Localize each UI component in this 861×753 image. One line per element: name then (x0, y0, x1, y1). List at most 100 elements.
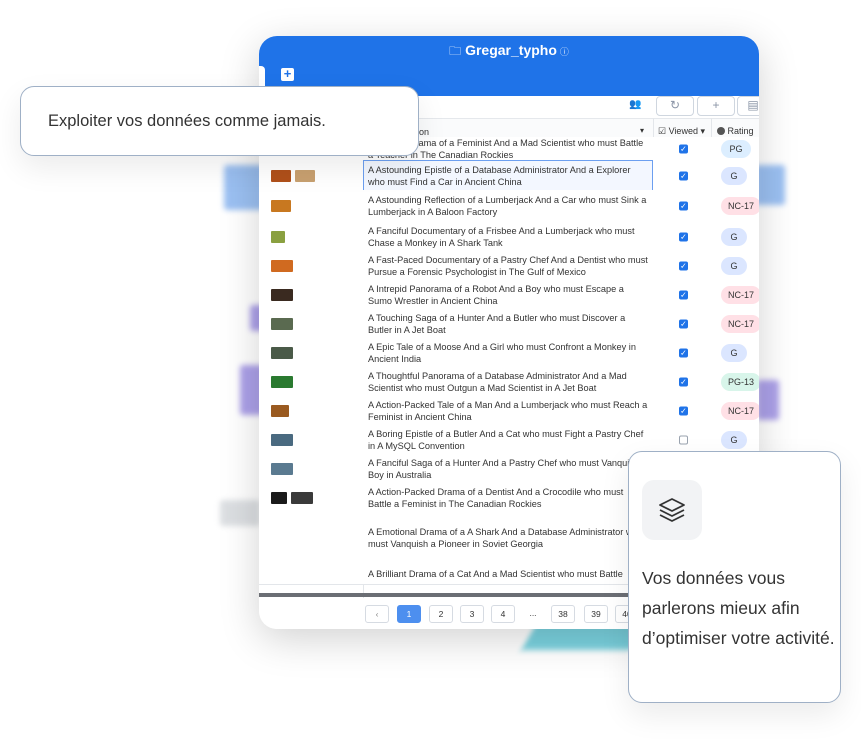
viewed-checkbox[interactable]: ✓ (679, 201, 688, 211)
thumbnail-group (271, 169, 315, 182)
checkbox-icon: ☑ (658, 126, 667, 136)
window-title: 🗀 Gregar_typho ⓘ (449, 42, 569, 58)
background-decoration (220, 500, 260, 526)
viewed-checkbox[interactable]: ✓ (679, 232, 688, 241)
description-column-header[interactable]: on (419, 127, 429, 137)
table-row[interactable]: A Fast-Paced Documentary of a Pastry Che… (259, 251, 759, 281)
rating-badge: G (721, 256, 747, 275)
viewed-checkbox[interactable]: ✓ (679, 171, 688, 180)
rating-badge: NC-17 (721, 285, 759, 304)
viewed-checkbox[interactable]: ✓ (679, 319, 688, 328)
table-row[interactable]: A Action-Packed Tale of a Man And a Lumb… (259, 396, 759, 426)
table-row[interactable]: A Thoughtful Panorama of a Database Admi… (259, 367, 759, 397)
viewed-checkbox[interactable] (679, 435, 688, 444)
description-cell[interactable]: A Fanciful Documentary of a Frisbee And … (364, 222, 652, 251)
rating-badge: NC-17 (721, 197, 759, 215)
thumbnail-image (271, 433, 293, 446)
table-row[interactable]: A Epic Tale of a Moose And a Girl who mu… (259, 338, 759, 368)
thumbnail-image (271, 259, 293, 272)
description-cell[interactable]: A Thoughtful Panorama of a Database Admi… (364, 367, 652, 396)
rating-column-header[interactable]: Rating (717, 126, 754, 136)
save-icon: ▤ (747, 98, 759, 112)
page-button[interactable]: 3 (460, 605, 484, 623)
table-row[interactable]: A Touching Saga of a Hunter And a Butler… (259, 309, 759, 339)
table-row[interactable]: A Fanciful Documentary of a Frisbee And … (259, 222, 759, 252)
thumbnail-image (271, 462, 293, 475)
thumbnail-group (271, 375, 293, 388)
thumbnail-image (271, 230, 285, 243)
thumbnail-image (271, 346, 293, 359)
viewed-checkbox[interactable]: ✓ (679, 348, 688, 357)
callout-bottom: Vos données vous parlerons mieux afin d’… (628, 451, 841, 703)
description-cell[interactable]: A Brilliant Drama of a Cat And a Mad Sci… (364, 564, 652, 584)
background-decoration (224, 165, 264, 210)
rating-badge: G (721, 430, 747, 449)
thumbnail-group (271, 404, 289, 417)
description-cell[interactable]: A Epic Tale of a Moose And a Girl who mu… (364, 338, 652, 367)
description-cell[interactable]: A Action-Packed Tale of a Man And a Lumb… (364, 396, 652, 425)
rating-badge: G (721, 227, 747, 246)
table-row[interactable]: A Intrepid Panorama of a Robot And a Boy… (259, 280, 759, 310)
description-cell[interactable]: A Astounding Reflection of a Lumberjack … (364, 190, 652, 222)
thumbnail-image (271, 200, 291, 212)
viewed-checkbox[interactable]: ✓ (679, 261, 688, 270)
page-button[interactable]: 39 (584, 605, 608, 623)
thumbnail-image (291, 491, 313, 504)
chevron-down-icon: ▾ (700, 126, 705, 136)
circle-icon (717, 127, 725, 135)
save-button[interactable]: ▤ (737, 96, 759, 116)
prev-page-button[interactable]: ‹ (365, 605, 389, 623)
rating-badge: G (721, 166, 747, 185)
page-button[interactable]: 4 (491, 605, 515, 623)
background-decoration (755, 165, 785, 205)
rating-badge: NC-17 (721, 314, 759, 333)
thumbnail-group (271, 491, 313, 504)
background-decoration (757, 380, 779, 420)
pagination-ellipsis: ... (521, 605, 545, 623)
description-cell[interactable]: A Fast-Paced Documentary of a Pastry Che… (364, 251, 652, 280)
thumbnail-group (271, 230, 285, 243)
table-row[interactable]: A Astounding Reflection of a Lumberjack … (259, 190, 759, 223)
callout-top: Exploiter vos données comme jamais. (20, 86, 419, 156)
page-button[interactable]: 38 (551, 605, 575, 623)
thumbnail-group (271, 200, 291, 212)
viewed-checkbox[interactable]: ✓ (679, 406, 688, 415)
thumbnail-image (271, 375, 293, 388)
description-cell[interactable]: A Astounding Epistle of a Database Admin… (363, 160, 653, 191)
folder-icon: 🗀 (449, 44, 462, 58)
thumbnail-group (271, 346, 293, 359)
rating-badge: PG (721, 140, 751, 158)
description-cell[interactable]: A Emotional Drama of a A Shark And a Dat… (364, 512, 652, 564)
thumbnail-group (271, 259, 293, 272)
callout-top-text: Exploiter vos données comme jamais. (48, 112, 326, 130)
chevron-down-icon[interactable]: ▾ (640, 126, 644, 135)
info-icon[interactable]: ⓘ (560, 47, 569, 57)
thumbnail-image (271, 288, 293, 301)
description-cell[interactable]: A Action-Packed Drama of a Dentist And a… (364, 483, 652, 512)
viewed-checkbox[interactable]: ✓ (679, 290, 688, 299)
thumbnail-group (271, 433, 293, 446)
layers-icon (642, 480, 702, 540)
viewed-column-header[interactable]: ☑ Viewed ▾ (658, 126, 705, 137)
thumbnail-image (271, 317, 293, 330)
rating-badge: NC-17 (721, 401, 759, 420)
viewed-checkbox[interactable]: ✓ (679, 377, 688, 386)
description-cell[interactable]: A Touching Saga of a Hunter And a Butler… (364, 309, 652, 338)
add-row-button[interactable]: + (697, 96, 735, 116)
add-tab-button[interactable]: + (281, 67, 294, 81)
thumbnail-group (271, 288, 293, 301)
thumbnail-image (271, 491, 287, 504)
description-cell[interactable]: A Boring Epistle of a Butler And a Cat w… (364, 425, 652, 454)
description-cell[interactable]: A Fanciful Saga of a Hunter And a Pastry… (364, 454, 652, 483)
users-icon[interactable]: 👥 (629, 99, 641, 110)
page-button[interactable]: 1 (397, 605, 421, 623)
thumbnail-image (271, 169, 291, 182)
rating-badge: G (721, 343, 747, 362)
refresh-button[interactable]: ↻ (656, 96, 694, 116)
thumbnail-group (271, 317, 293, 330)
thumbnail-image (271, 404, 289, 417)
description-cell[interactable]: A Intrepid Panorama of a Robot And a Boy… (364, 280, 652, 309)
page-button[interactable]: 2 (429, 605, 453, 623)
viewed-checkbox[interactable]: ✓ (679, 144, 688, 154)
table-row[interactable]: A Astounding Epistle of a Database Admin… (259, 160, 759, 191)
